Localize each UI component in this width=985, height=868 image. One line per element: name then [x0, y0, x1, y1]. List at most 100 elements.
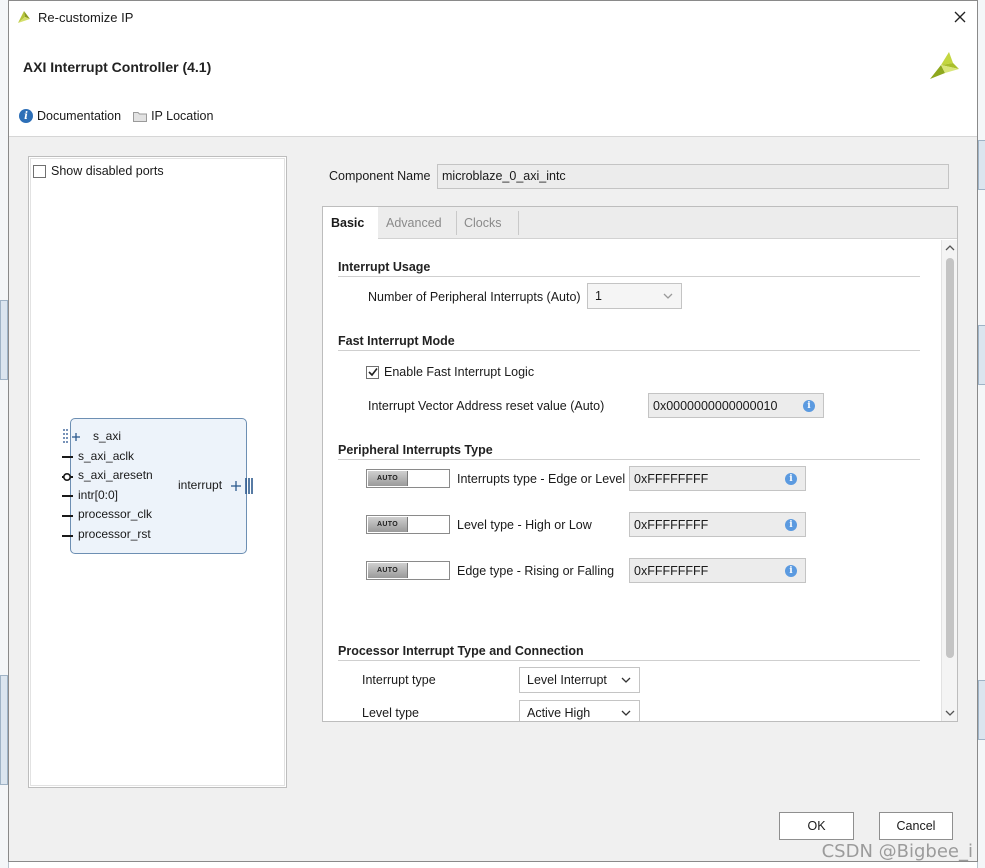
port-s-axi: s_axi	[93, 429, 122, 443]
basic-tab-content: Interrupt Usage Number of Peripheral Int…	[323, 240, 941, 721]
level-type-select[interactable]: Active High	[519, 700, 640, 721]
level-type-auto-toggle[interactable]: AUTO	[366, 515, 450, 534]
info-icon[interactable]: i	[785, 473, 797, 485]
level-type-value: 0xFFFFFFFF	[634, 518, 709, 532]
info-icon[interactable]: i	[785, 519, 797, 531]
edge-level-value: 0xFFFFFFFF	[634, 472, 709, 486]
edge-type-label: Edge type - Rising or Falling	[457, 564, 615, 578]
documentation-link[interactable]: i Documentation	[19, 109, 121, 123]
component-name-input[interactable]: microblaze_0_axi_intc	[437, 164, 949, 189]
content-scrollbar[interactable]	[941, 240, 957, 721]
edge-level-auto-toggle[interactable]: AUTO	[366, 469, 450, 488]
edge-level-field[interactable]: 0xFFFFFFFF i	[629, 466, 806, 491]
chevron-down-icon	[621, 677, 631, 683]
section-fast-interrupt-mode: Fast Interrupt Mode	[338, 334, 455, 348]
edge-type-value: 0xFFFFFFFF	[634, 564, 709, 578]
port-pin	[62, 515, 73, 517]
tab-clocks[interactable]: Clocks	[456, 207, 518, 239]
port-pin	[62, 495, 73, 497]
port-processor-rst: processor_rst	[78, 527, 151, 541]
bus-interface-icon	[231, 478, 253, 494]
num-peripheral-interrupts-value: 1	[595, 289, 602, 303]
ip-symbol-panel: Show disabled ports s_axi s_axi_aclk s_a…	[28, 156, 287, 788]
background-block	[978, 325, 985, 385]
background-block	[978, 140, 985, 190]
edge-type-field[interactable]: 0xFFFFFFFF i	[629, 558, 806, 583]
close-icon	[954, 11, 966, 23]
ip-location-label: IP Location	[151, 109, 214, 123]
edge-level-label: Interrupts type - Edge or Level	[457, 472, 626, 486]
scroll-thumb[interactable]	[946, 258, 954, 658]
port-processor-clk: processor_clk	[78, 507, 153, 521]
port-s-axi-aclk: s_axi_aclk	[78, 449, 135, 463]
level-type-field[interactable]: 0xFFFFFFFF i	[629, 512, 806, 537]
background-block	[0, 300, 8, 380]
enable-fast-interrupt-toggle[interactable]: Enable Fast Interrupt Logic	[366, 365, 534, 379]
section-divider	[338, 276, 920, 277]
tab-advanced[interactable]: Advanced	[378, 207, 456, 239]
title-bar: Re-customize IP	[9, 1, 977, 33]
ip-title: AXI Interrupt Controller (4.1)	[23, 59, 212, 75]
component-name-label: Component Name	[329, 169, 431, 183]
checkmark-icon	[367, 368, 378, 377]
ip-symbol-block[interactable]: s_axi s_axi_aclk s_axi_aresetn intr[0:0]…	[62, 418, 253, 554]
chevron-down-icon	[663, 293, 673, 299]
background-block	[0, 675, 8, 785]
tab-separator	[518, 211, 519, 235]
port-s-axi-aresetn: s_axi_aresetn	[78, 468, 153, 482]
vivado-logo-icon	[18, 11, 30, 23]
folder-icon	[133, 111, 148, 122]
port-pin	[62, 456, 73, 458]
close-button[interactable]	[947, 4, 973, 30]
background-editor-right	[977, 0, 985, 868]
tab-bar: Basic Advanced Clocks	[323, 207, 957, 240]
chevron-down-icon	[621, 710, 631, 716]
show-disabled-ports-label: Show disabled ports	[51, 164, 164, 178]
auto-toggle-knob: AUTO	[368, 471, 408, 486]
level-type-select-label: Level type	[362, 706, 419, 720]
config-tabs-panel: Basic Advanced Clocks Interrupt Usage Nu…	[322, 206, 958, 722]
enable-fast-interrupt-checkbox[interactable]	[366, 365, 379, 379]
header-toolbar: i Documentation IP Location	[19, 109, 213, 123]
vector-address-field[interactable]: 0x0000000000000010 i	[648, 393, 824, 418]
auto-toggle-knob: AUTO	[368, 563, 408, 578]
auto-toggle-knob: AUTO	[368, 517, 408, 532]
info-icon[interactable]: i	[785, 565, 797, 577]
level-type-label: Level type - High or Low	[457, 518, 592, 532]
section-interrupt-usage: Interrupt Usage	[338, 260, 431, 274]
vector-address-label: Interrupt Vector Address reset value (Au…	[368, 399, 605, 413]
scroll-down-icon[interactable]	[945, 708, 955, 718]
info-icon[interactable]: i	[803, 400, 815, 412]
info-icon: i	[19, 109, 33, 123]
background-block	[978, 680, 985, 740]
interrupt-type-value: Level Interrupt	[527, 673, 607, 687]
section-divider	[338, 459, 920, 460]
section-divider	[338, 660, 920, 661]
num-peripheral-interrupts-select[interactable]: 1	[587, 283, 682, 309]
ip-location-link[interactable]: IP Location	[133, 109, 213, 123]
xilinx-logo-icon	[930, 52, 959, 79]
show-disabled-ports-toggle[interactable]: Show disabled ports	[33, 164, 164, 178]
port-interrupt: interrupt	[178, 478, 223, 492]
show-disabled-ports-checkbox[interactable]	[33, 164, 46, 178]
watermark: CSDN @Bigbee_i	[821, 841, 973, 862]
section-processor-interrupt: Processor Interrupt Type and Connection	[338, 644, 584, 658]
window-title: Re-customize IP	[38, 10, 134, 25]
ip-header: AXI Interrupt Controller (4.1) i Documen…	[9, 33, 977, 137]
section-divider	[338, 350, 920, 351]
num-peripheral-interrupts-label: Number of Peripheral Interrupts (Auto)	[368, 290, 581, 304]
documentation-label: Documentation	[37, 109, 122, 123]
tab-basic[interactable]: Basic	[323, 207, 378, 240]
ok-button[interactable]: OK	[779, 812, 854, 840]
active-low-bubble-icon	[62, 472, 72, 482]
edge-type-auto-toggle[interactable]: AUTO	[366, 561, 450, 580]
interrupt-type-label: Interrupt type	[362, 673, 436, 687]
scroll-up-icon[interactable]	[945, 243, 955, 253]
port-pin	[62, 535, 73, 537]
vector-address-value: 0x0000000000000010	[653, 399, 778, 413]
section-peripheral-interrupts-type: Peripheral Interrupts Type	[338, 443, 493, 457]
level-type-select-value: Active High	[527, 706, 591, 720]
recustomize-ip-dialog: Re-customize IP AXI Interrupt Controller…	[8, 0, 978, 862]
cancel-button[interactable]: Cancel	[879, 812, 953, 840]
interrupt-type-select[interactable]: Level Interrupt	[519, 667, 640, 693]
